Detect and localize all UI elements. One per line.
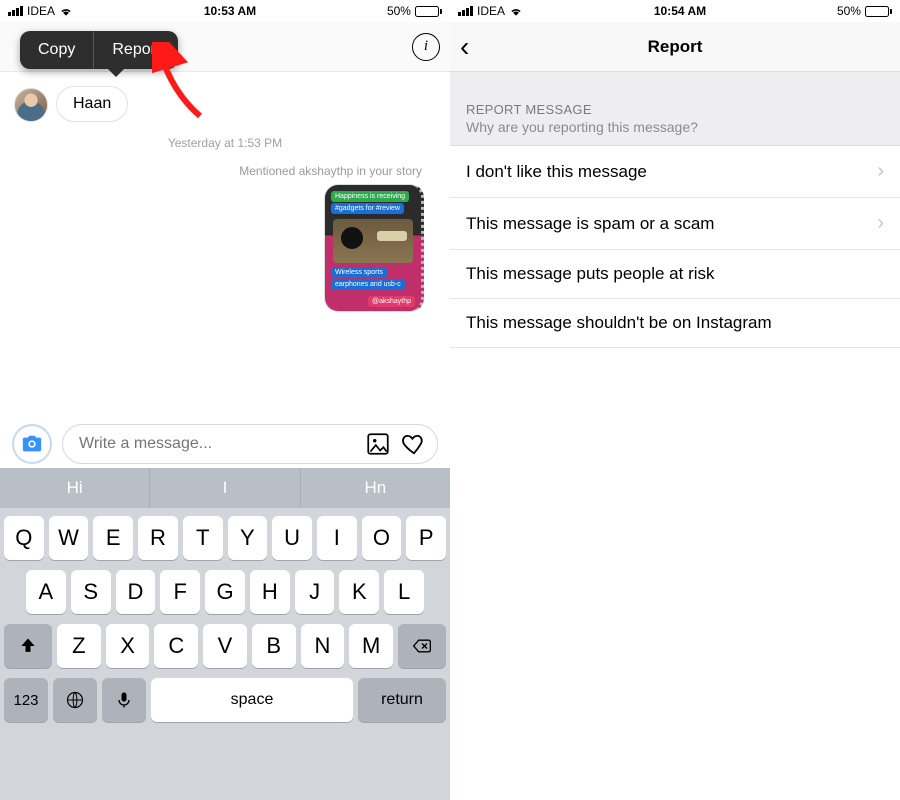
key-k[interactable]: K [339,570,379,614]
avatar[interactable] [14,88,48,122]
wifi-icon [59,6,73,16]
key-z[interactable]: Z [57,624,101,668]
report-option-label: This message puts people at risk [466,264,715,284]
story-image [333,219,413,263]
chevron-right-icon: › [877,212,884,235]
report-options-list: I don't like this message›This message i… [450,146,900,348]
camera-icon [21,433,43,455]
left-phone: IDEA 10:53 AM 50% ‹ akshaythp i Copy Rep… [0,0,450,800]
key-x[interactable]: X [106,624,150,668]
heart-icon[interactable] [401,431,427,457]
story-tag: #gadgets for #review [331,203,404,214]
numbers-key[interactable]: 123 [4,678,48,722]
key-a[interactable]: A [26,570,66,614]
signal-icon [8,6,23,16]
time-separator: Yesterday at 1:53 PM [14,136,436,150]
mention-label: Mentioned akshaythp in your story [14,164,422,178]
key-j[interactable]: J [295,570,335,614]
info-icon[interactable]: i [412,33,440,61]
story-reply[interactable]: Happiness is receiving #gadgets for #rev… [14,184,436,312]
section-subtitle: Why are you reporting this message? [466,119,884,135]
space-key[interactable]: space [151,678,353,722]
key-n[interactable]: N [301,624,345,668]
key-v[interactable]: V [203,624,247,668]
key-g[interactable]: G [205,570,245,614]
report-header: ‹ Report [450,22,900,72]
story-tag: earphones and usb-c [331,279,405,290]
return-key[interactable]: return [358,678,446,722]
key-q[interactable]: Q [4,516,44,560]
camera-button[interactable] [12,424,52,464]
key-m[interactable]: M [349,624,393,668]
status-time: 10:53 AM [204,4,256,18]
report-option[interactable]: I don't like this message › [450,146,900,198]
composer [0,420,450,472]
backspace-key[interactable] [398,624,446,668]
key-r[interactable]: R [138,516,178,560]
shift-key[interactable] [4,624,52,668]
key-c[interactable]: C [154,624,198,668]
suggestion[interactable]: Hn [301,468,450,508]
status-bar: IDEA 10:53 AM 50% [0,0,450,22]
report-option-label: I don't like this message [466,162,647,182]
globe-icon [65,690,85,710]
story-thumbnail[interactable]: Happiness is receiving #gadgets for #rev… [324,184,424,312]
key-f[interactable]: F [160,570,200,614]
report-option-label: This message is spam or a scam [466,214,714,234]
report-option[interactable]: This message puts people at risk [450,250,900,299]
report-option-label: This message shouldn't be on Instagram [466,313,772,333]
keyboard-suggestions: Hi I Hn [0,468,450,508]
gallery-icon[interactable] [365,431,391,457]
key-d[interactable]: D [116,570,156,614]
section-heading: REPORT MESSAGE [466,102,884,117]
context-menu: Copy Report [20,31,178,69]
chevron-right-icon: › [877,160,884,183]
battery-icon [865,6,892,17]
status-time: 10:54 AM [654,4,706,18]
right-phone: IDEA 10:54 AM 50% ‹ Report REPORT MESSAG… [450,0,900,800]
carrier-label: IDEA [477,4,505,18]
key-h[interactable]: H [250,570,290,614]
context-report[interactable]: Report [94,31,178,69]
key-o[interactable]: O [362,516,402,560]
story-tag: @akshaythp [368,296,415,307]
battery-pct: 50% [837,4,861,18]
key-y[interactable]: Y [228,516,268,560]
key-w[interactable]: W [49,516,89,560]
globe-key[interactable] [53,678,97,722]
report-section-header: REPORT MESSAGE Why are you reporting thi… [450,72,900,146]
compose-pill[interactable] [62,424,438,464]
key-p[interactable]: P [406,516,446,560]
message-input[interactable] [79,435,355,453]
message-bubble[interactable]: Haan [56,86,128,122]
key-i[interactable]: I [317,516,357,560]
suggestion[interactable]: I [150,468,300,508]
keyboard: QWERTYUIOP ASDFGHJKL ZXCVBNM 123 [0,508,450,800]
suggestion[interactable]: Hi [0,468,150,508]
carrier-label: IDEA [27,4,55,18]
story-tag: Happiness is receiving [331,191,409,202]
mic-icon [114,690,134,710]
story-tag: Wireless sports [331,267,387,278]
context-copy[interactable]: Copy [20,31,93,69]
page-title: Report [460,37,890,57]
battery-pct: 50% [387,4,411,18]
key-b[interactable]: B [252,624,296,668]
key-l[interactable]: L [384,570,424,614]
key-e[interactable]: E [93,516,133,560]
report-option[interactable]: This message is spam or a scam › [450,198,900,250]
mic-key[interactable] [102,678,146,722]
key-s[interactable]: S [71,570,111,614]
key-t[interactable]: T [183,516,223,560]
signal-icon [458,6,473,16]
status-bar: IDEA 10:54 AM 50% [450,0,900,22]
battery-icon [415,6,442,17]
message-row[interactable]: Haan [14,86,436,122]
key-u[interactable]: U [272,516,312,560]
report-option[interactable]: This message shouldn't be on Instagram [450,299,900,348]
messages-area: Haan Yesterday at 1:53 PM Mentioned aksh… [0,72,450,422]
wifi-icon [509,6,523,16]
